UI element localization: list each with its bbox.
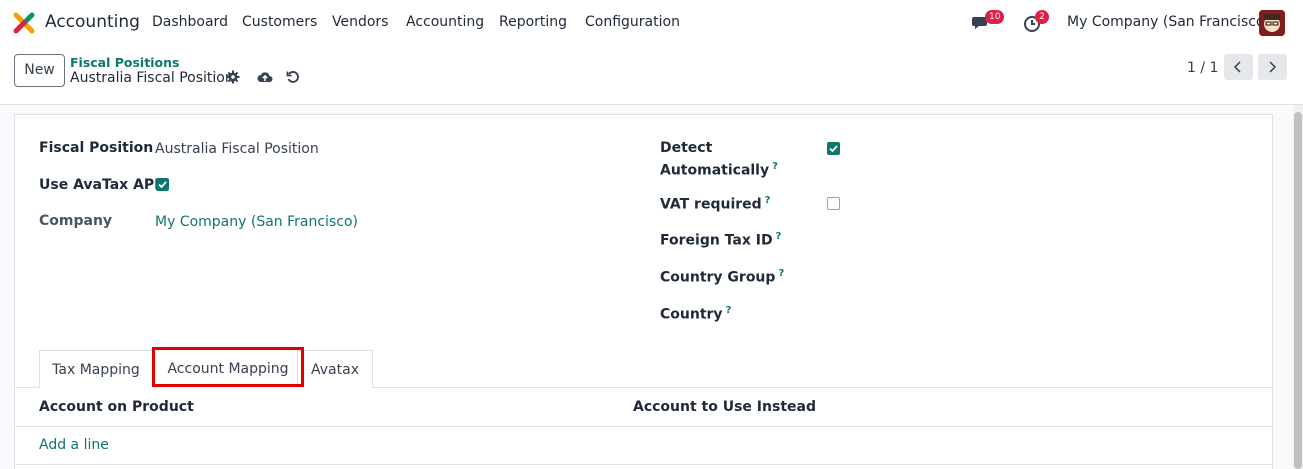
help-icon[interactable]: ? (726, 305, 732, 316)
fiscal-position-field[interactable]: Australia Fiscal Position (155, 141, 319, 157)
use-avatax-checkbox[interactable] (156, 178, 169, 191)
vat-required-label: VAT required? (660, 195, 770, 213)
menu-reporting[interactable]: Reporting (499, 14, 567, 30)
gear-icon[interactable] (226, 70, 240, 84)
checkmark-icon (829, 145, 838, 153)
user-avatar[interactable] (1259, 10, 1285, 36)
avatar-face-icon (1259, 10, 1285, 36)
column-account-on-product[interactable]: Account on Product (39, 399, 194, 415)
help-icon[interactable]: ? (778, 268, 784, 279)
tab-highlight-box (152, 347, 304, 387)
use-avatax-label: Use AvaTax API (39, 177, 160, 193)
menu-accounting[interactable]: Accounting (406, 14, 484, 30)
chevron-right-icon (1269, 61, 1277, 73)
help-icon[interactable]: ? (772, 161, 778, 172)
detect-automatically-checkbox[interactable] (827, 142, 840, 155)
tab-avatax[interactable]: Avatax (297, 350, 373, 388)
country-group-label: Country Group? (660, 268, 784, 286)
form-sheet (14, 114, 1273, 469)
pager-value[interactable]: 1 / 1 (1187, 60, 1218, 76)
detect-label-line2: Automatically? (660, 161, 778, 179)
vat-required-checkbox[interactable] (827, 197, 840, 210)
table-header-divider (14, 426, 1273, 427)
discard-icon[interactable] (286, 70, 300, 84)
add-line-link[interactable]: Add a line (39, 437, 109, 453)
menu-customers[interactable]: Customers (242, 14, 317, 30)
vat-required-text: VAT required (660, 196, 762, 213)
help-icon[interactable]: ? (776, 231, 782, 242)
detect-label-text: Automatically (660, 162, 770, 179)
table-row-divider (14, 464, 1273, 465)
company-label: Company (39, 213, 113, 229)
country-text: Country (660, 306, 723, 323)
column-account-to-use-instead[interactable]: Account to Use Instead (633, 399, 816, 415)
breadcrumb-current: Australia Fiscal Position (70, 70, 234, 86)
country-group-text: Country Group (660, 269, 776, 286)
cloud-save-icon[interactable] (257, 70, 273, 84)
foreign-tax-id-text: Foreign Tax ID (660, 232, 773, 249)
breadcrumb-parent[interactable]: Fiscal Positions (70, 55, 179, 70)
activities-badge: 2 (1035, 10, 1049, 24)
tab-tax-mapping[interactable]: Tax Mapping (39, 350, 153, 388)
new-button[interactable]: New (14, 54, 65, 87)
pager-previous-button[interactable] (1224, 54, 1253, 80)
chevron-left-icon (1233, 61, 1241, 73)
pager-next-button[interactable] (1258, 54, 1287, 80)
country-label: Country? (660, 305, 731, 323)
messages-badge: 10 (985, 10, 1005, 24)
app-logo-icon[interactable] (13, 12, 35, 34)
app-name[interactable]: Accounting (45, 12, 140, 32)
scrollbar-thumb[interactable] (1294, 112, 1302, 469)
help-icon[interactable]: ? (765, 195, 771, 206)
top-navbar: Accounting Dashboard Customers Vendors A… (0, 0, 1303, 46)
detect-label-line1: Detect (660, 140, 713, 156)
company-field[interactable]: My Company (San Francisco) (155, 214, 358, 230)
company-switcher[interactable]: My Company (San Francisco) (1067, 14, 1270, 30)
menu-configuration[interactable]: Configuration (585, 14, 680, 30)
foreign-tax-id-label: Foreign Tax ID? (660, 231, 781, 249)
checkmark-icon (158, 181, 167, 189)
menu-vendors[interactable]: Vendors (332, 14, 388, 30)
menu-dashboard[interactable]: Dashboard (152, 14, 228, 30)
fiscal-position-label: Fiscal Position (39, 140, 154, 156)
